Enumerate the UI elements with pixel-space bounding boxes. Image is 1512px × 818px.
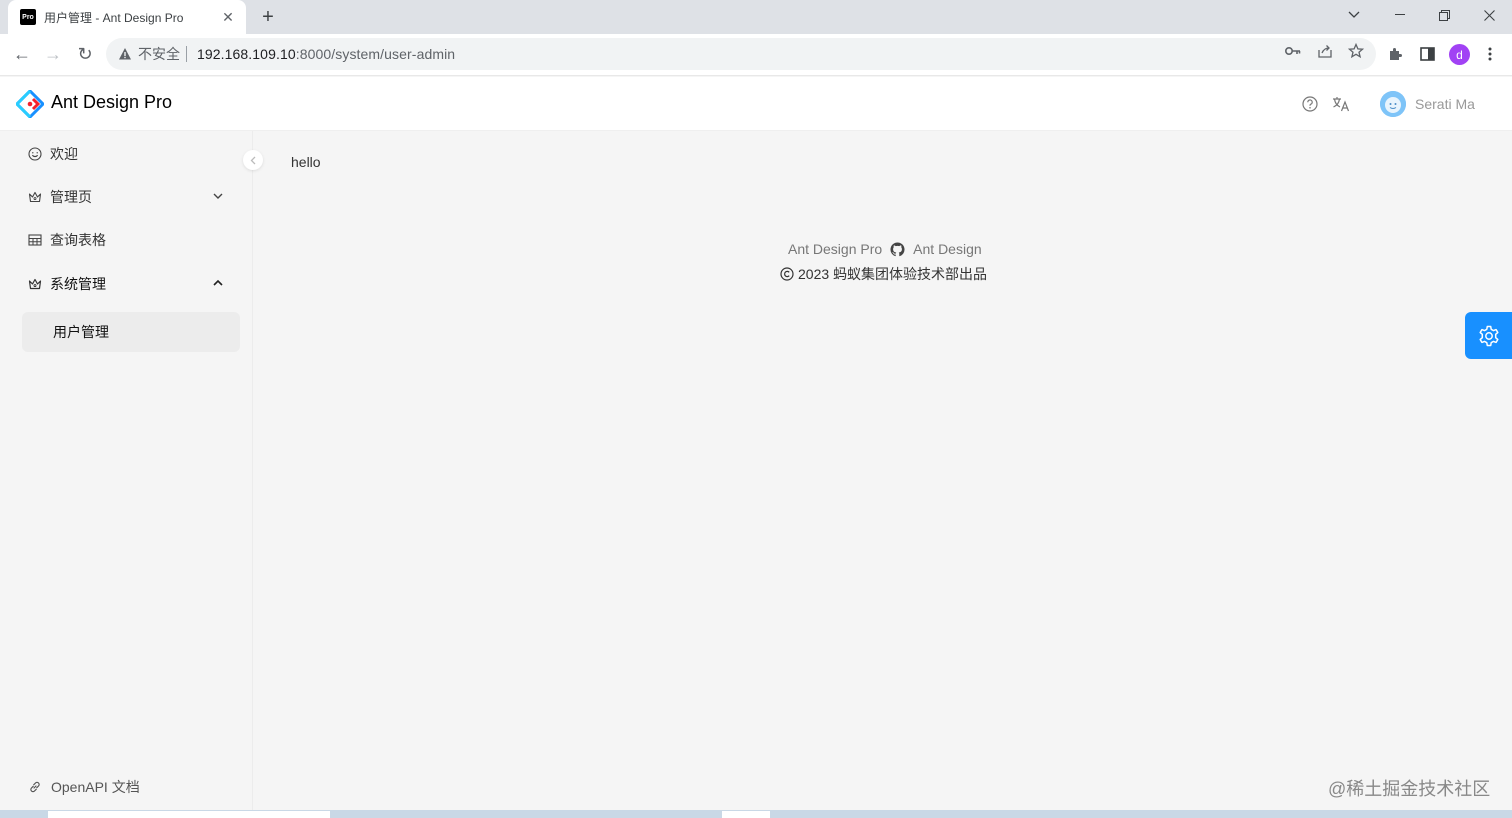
ant-design-logo[interactable] xyxy=(16,90,44,118)
translation-icon[interactable] xyxy=(1331,94,1351,114)
chevron-left-icon xyxy=(250,156,256,164)
chevron-up-icon xyxy=(213,279,223,286)
footer-link-ant-design-pro[interactable]: Ant Design Pro xyxy=(788,241,882,257)
tab-search-dropdown-icon[interactable] xyxy=(1331,0,1377,30)
profile-avatar[interactable]: d xyxy=(1449,44,1470,65)
browser-tab-active[interactable]: Pro 用户管理 - Ant Design Pro ✕ xyxy=(8,0,246,34)
reload-button[interactable]: ↻ xyxy=(71,40,99,68)
page-content-text: hello xyxy=(291,154,321,170)
user-avatar[interactable] xyxy=(1380,91,1406,117)
app-title[interactable]: Ant Design Pro xyxy=(51,92,172,113)
tab-title: 用户管理 - Ant Design Pro xyxy=(44,10,184,25)
back-button[interactable]: ← xyxy=(8,40,36,68)
share-icon[interactable] xyxy=(1316,42,1334,60)
minimize-window-button[interactable] xyxy=(1377,0,1423,30)
url-text[interactable]: 192.168.109.10:8000/system/user-admin xyxy=(197,46,455,62)
crown-icon xyxy=(28,277,42,291)
copyright-icon xyxy=(780,267,794,281)
footer-link-ant-design[interactable]: Ant Design xyxy=(913,241,981,257)
sidebar-item-label: 管理页 xyxy=(50,189,92,205)
username[interactable]: Serati Ma xyxy=(1415,96,1475,112)
sidebar-item-user-management[interactable]: 用户管理 xyxy=(22,312,240,352)
openapi-docs-label: OpenAPI 文档 xyxy=(51,779,140,795)
sidebar-item-label: 欢迎 xyxy=(50,146,78,162)
new-tab-button[interactable]: + xyxy=(256,5,280,29)
question-circle-icon[interactable] xyxy=(1300,94,1320,114)
sidebar-collapse-button[interactable] xyxy=(243,150,263,170)
url-host: 192.168.109.10 xyxy=(197,46,296,62)
security-label[interactable]: 不安全 xyxy=(138,44,180,64)
sidebar-item-system-management[interactable]: 系统管理 xyxy=(22,264,240,304)
browser-menu-icon[interactable] xyxy=(1479,43,1501,65)
url-path: :8000/system/user-admin xyxy=(295,46,456,62)
footer-links: Ant Design Pro Ant Design xyxy=(788,241,982,257)
github-icon[interactable] xyxy=(890,241,905,257)
copyright-text: 2023 蚂蚁集团体验技术部出品 xyxy=(798,266,988,282)
tab-favicon-icon: Pro xyxy=(20,9,36,25)
sidebar-item-admin[interactable]: 管理页 xyxy=(22,177,240,217)
app-header: Ant Design Pro Serati Ma xyxy=(0,77,1512,131)
taskbar-segment xyxy=(48,811,330,818)
openapi-docs-link[interactable]: OpenAPI 文档 xyxy=(22,776,140,798)
settings-drawer-button[interactable] xyxy=(1465,312,1512,359)
gear-icon xyxy=(1478,325,1499,346)
key-icon[interactable] xyxy=(1284,42,1302,60)
address-bar[interactable]: 不安全 192.168.109.10:8000/system/user-admi… xyxy=(106,38,1376,70)
sidebar-item-label: 查询表格 xyxy=(50,232,106,248)
sidebar-item-welcome[interactable]: 欢迎 xyxy=(22,134,240,174)
restore-window-button[interactable] xyxy=(1421,0,1467,30)
warning-icon[interactable] xyxy=(118,47,132,61)
sidebar-item-label: 用户管理 xyxy=(53,324,109,340)
watermark: @稀土掘金技术社区 xyxy=(1328,779,1491,799)
forward-button[interactable]: → xyxy=(39,40,67,68)
extensions-puzzle-icon[interactable] xyxy=(1384,43,1406,65)
address-divider xyxy=(186,46,187,62)
table-icon xyxy=(28,233,42,247)
side-panel-icon[interactable] xyxy=(1416,43,1438,65)
link-icon xyxy=(30,781,40,793)
sidebar-item-label: 系统管理 xyxy=(50,276,106,292)
smile-icon xyxy=(28,147,42,161)
chevron-down-icon xyxy=(213,193,223,199)
taskbar-strip xyxy=(0,810,1512,818)
taskbar-segment xyxy=(722,811,770,818)
bookmark-star-icon[interactable] xyxy=(1347,42,1365,60)
browser-toolbar: ← → ↻ 不安全 192.168.109.10:8000/system/use… xyxy=(0,34,1512,76)
browser-tab-strip: Pro 用户管理 - Ant Design Pro ✕ + xyxy=(0,0,1512,34)
footer-copyright: 2023 蚂蚁集团体验技术部出品 xyxy=(780,264,987,284)
crown-icon xyxy=(28,190,42,204)
sidebar-item-query-table[interactable]: 查询表格 xyxy=(22,220,240,260)
close-window-button[interactable] xyxy=(1466,0,1512,30)
tab-close-icon[interactable]: ✕ xyxy=(220,9,236,25)
